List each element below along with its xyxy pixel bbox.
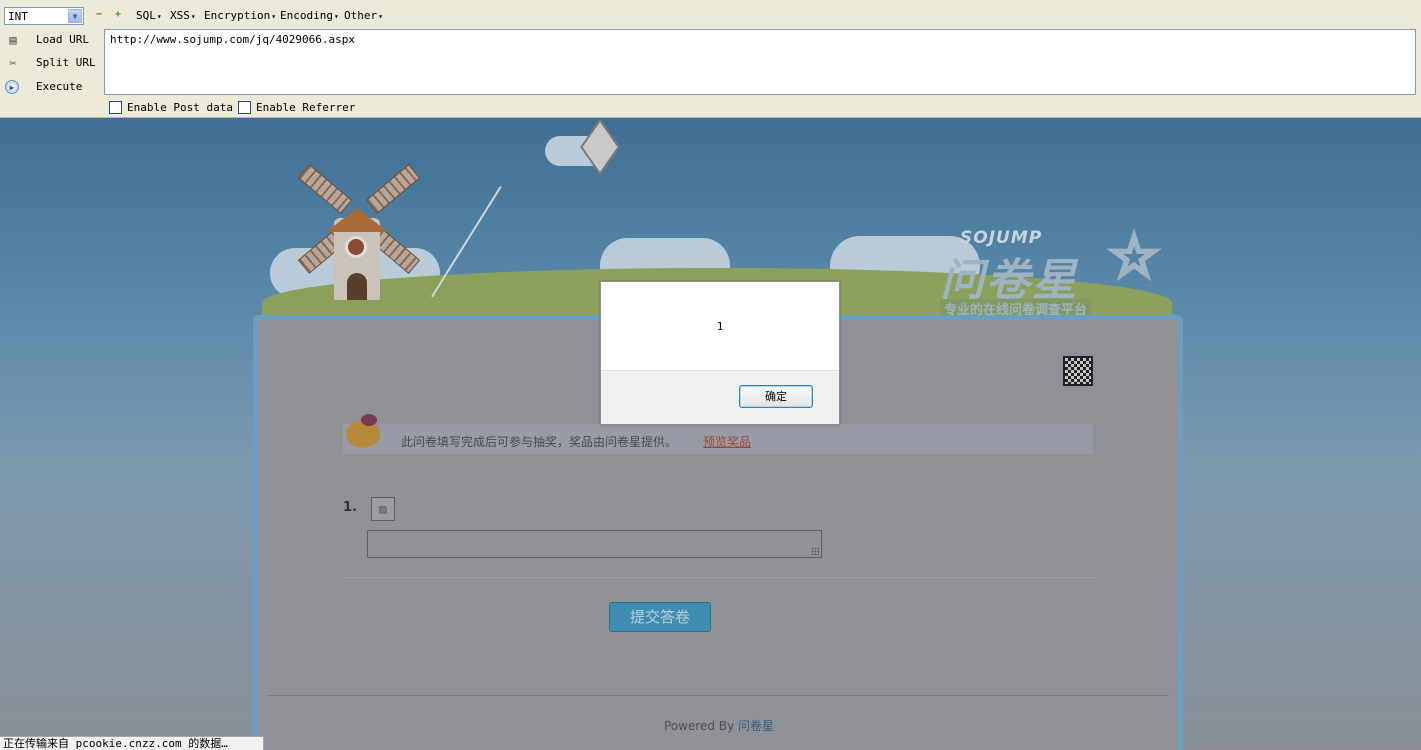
split-url-label: Split URL	[36, 56, 96, 69]
windmill-roof	[326, 208, 388, 232]
checkbox-box[interactable]	[238, 101, 251, 114]
execute-label: Execute	[36, 80, 83, 93]
alert-footer: 确定	[601, 370, 839, 424]
checkbox-box[interactable]	[109, 101, 122, 114]
windmill-window	[345, 236, 367, 258]
menu-sql[interactable]: SQL	[136, 9, 162, 22]
notice-text: 此问卷填写完成后可参与抽奖，奖品由问卷星提供。	[401, 435, 678, 449]
split-url-button[interactable]: ✂ Split URL	[4, 53, 100, 73]
load-url-icon: ▤	[9, 33, 17, 47]
powered-by-text: Powered By	[664, 719, 735, 733]
type-select-value: INT	[8, 10, 28, 23]
submit-button[interactable]: 提交答卷	[609, 602, 711, 632]
menu-other[interactable]: Other	[344, 9, 383, 22]
hackbar-menu-row: INT ▼ − + SQL XSS Encryption Encoding Ot…	[0, 6, 1421, 26]
type-select[interactable]: INT ▼	[4, 7, 84, 25]
powered-by: Powered By 问卷星	[664, 717, 774, 734]
powered-by-link[interactable]: 问卷星	[738, 719, 774, 733]
execute-button[interactable]: ▶ Execute	[4, 77, 100, 97]
web-page: ☆ SOJUMP 问卷星 专业的在线问卷调查平台 此问卷填写完成后可参与抽奖，奖…	[0, 118, 1421, 750]
status-bar: 正在传输来自 pcookie.cnzz.com 的数据…	[0, 736, 264, 750]
enable-post-label: Enable Post data	[127, 101, 233, 114]
broken-image-icon: ▨	[371, 497, 395, 521]
menu-encryption[interactable]: Encryption	[204, 9, 276, 22]
load-url-label: Load URL	[36, 33, 89, 46]
star-icon: ☆	[1108, 203, 1160, 296]
divider	[267, 695, 1169, 696]
windmill-blade	[365, 164, 421, 214]
windmill-blade	[297, 164, 353, 214]
windmill-door	[347, 273, 367, 300]
alert-dialog: 1 确定	[600, 281, 840, 425]
qr-code-icon[interactable]	[1063, 356, 1093, 386]
menu-encoding[interactable]: Encoding	[280, 9, 339, 22]
kite-icon	[580, 118, 620, 176]
chevron-down-icon: ▼	[68, 9, 82, 23]
url-textarea[interactable]: http://www.sojump.com/jq/4029066.aspx	[104, 29, 1416, 95]
plus-icon[interactable]: +	[113, 10, 123, 20]
divider	[343, 577, 1098, 578]
scissors-icon: ✂	[9, 56, 17, 70]
load-url-button[interactable]: ▤ Load URL	[4, 30, 100, 50]
menu-xss[interactable]: XSS	[170, 9, 196, 22]
hackbar-toolbar: INT ▼ − + SQL XSS Encryption Encoding Ot…	[0, 0, 1421, 118]
preview-prize-link[interactable]: 预览奖品	[703, 433, 751, 450]
answer-textarea[interactable]	[367, 530, 822, 558]
play-icon: ▶	[5, 80, 19, 94]
ok-button[interactable]: 确定	[739, 385, 813, 408]
question-number: 1.	[343, 500, 357, 515]
lottery-icon	[343, 410, 393, 450]
minus-icon[interactable]: −	[94, 10, 104, 20]
alert-message: 1	[716, 320, 724, 333]
enable-referrer-label: Enable Referrer	[256, 101, 356, 114]
